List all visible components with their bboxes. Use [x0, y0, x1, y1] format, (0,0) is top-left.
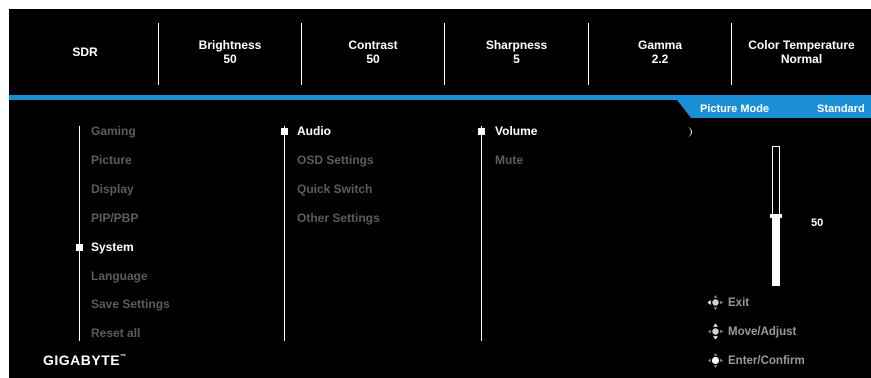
submenu-selection-marker: [281, 128, 288, 135]
joystick-updown-icon: [707, 323, 724, 340]
header-contrast: Contrast 50: [302, 9, 444, 95]
option-item-mute[interactable]: Mute: [495, 153, 523, 167]
hint-enter-confirm: Enter/Confirm: [707, 352, 805, 369]
header-sdr: SDR: [9, 9, 161, 95]
menu-item-reset-all[interactable]: Reset all: [91, 326, 140, 340]
submenu-item-osd-settings[interactable]: OSD Settings: [297, 153, 374, 167]
header-color-temperature-label: Color Temperature: [748, 38, 855, 52]
osd-panel: SDR Brightness 50 Contrast 50 Sharpness …: [9, 9, 871, 378]
header-brightness-value: 50: [223, 52, 237, 66]
menu-item-pip-pbp[interactable]: PIP/PBP: [91, 211, 138, 225]
header-color-temperature-value: Normal: [780, 52, 823, 66]
submenu-item-other-settings[interactable]: Other Settings: [297, 211, 380, 225]
accent-divider: [9, 95, 871, 100]
header-gamma-value: 2.2: [651, 52, 669, 66]
header-sharpness-value: 5: [513, 52, 520, 66]
menu-item-gaming[interactable]: Gaming: [91, 124, 136, 138]
hint-exit: Exit: [707, 294, 749, 311]
menu-item-save-settings[interactable]: Save Settings: [91, 297, 170, 311]
header-color-temperature: Color Temperature Normal: [732, 9, 871, 95]
menu-item-display[interactable]: Display: [91, 182, 134, 196]
submenu-item-quick-switch[interactable]: Quick Switch: [297, 182, 372, 196]
header-contrast-value: 50: [366, 52, 380, 66]
main-menu-line: [79, 126, 80, 341]
volume-slider-thumb[interactable]: [770, 214, 782, 218]
hint-move-adjust-label: Move/Adjust: [728, 325, 797, 338]
submenu-item-audio[interactable]: Audio: [297, 124, 331, 138]
header-sharpness-label: Sharpness: [485, 38, 548, 52]
header-gamma: Gamma 2.2: [589, 9, 731, 95]
option-item-volume[interactable]: Volume: [495, 124, 537, 138]
main-menu-selection-marker: [76, 244, 83, 251]
header-gamma-label: Gamma: [637, 38, 683, 52]
menu-item-picture[interactable]: Picture: [91, 153, 132, 167]
header-sdr-label: SDR: [72, 45, 98, 59]
option-menu-line: [481, 126, 482, 341]
menu-item-language[interactable]: Language: [91, 269, 148, 283]
joystick-press-icon: [707, 352, 724, 369]
header-sharpness: Sharpness 5: [445, 9, 588, 95]
picture-mode-value: Standard: [817, 103, 865, 115]
option-selection-marker: [478, 128, 485, 135]
status-header: SDR Brightness 50 Contrast 50 Sharpness …: [9, 9, 871, 95]
hint-enter-confirm-label: Enter/Confirm: [728, 354, 805, 367]
picture-mode-label: Picture Mode: [700, 103, 770, 115]
hint-move-adjust: Move/Adjust: [707, 323, 796, 340]
header-brightness: Brightness 50: [159, 9, 301, 95]
volume-value: 50: [811, 217, 824, 229]
volume-slider-fill: [773, 216, 779, 285]
header-brightness-label: Brightness: [198, 38, 262, 52]
submenu-line: [284, 126, 285, 341]
header-contrast-label: Contrast: [348, 38, 398, 52]
menu-item-system[interactable]: System: [91, 240, 134, 254]
value-panel-bracket: [687, 127, 692, 137]
gigabyte-logo: GIGABYTE™: [43, 352, 127, 368]
brand-name: GIGABYTE: [43, 352, 121, 368]
brand-tm: ™: [120, 354, 127, 360]
joystick-left-icon: [707, 294, 724, 311]
hint-exit-label: Exit: [728, 296, 750, 309]
